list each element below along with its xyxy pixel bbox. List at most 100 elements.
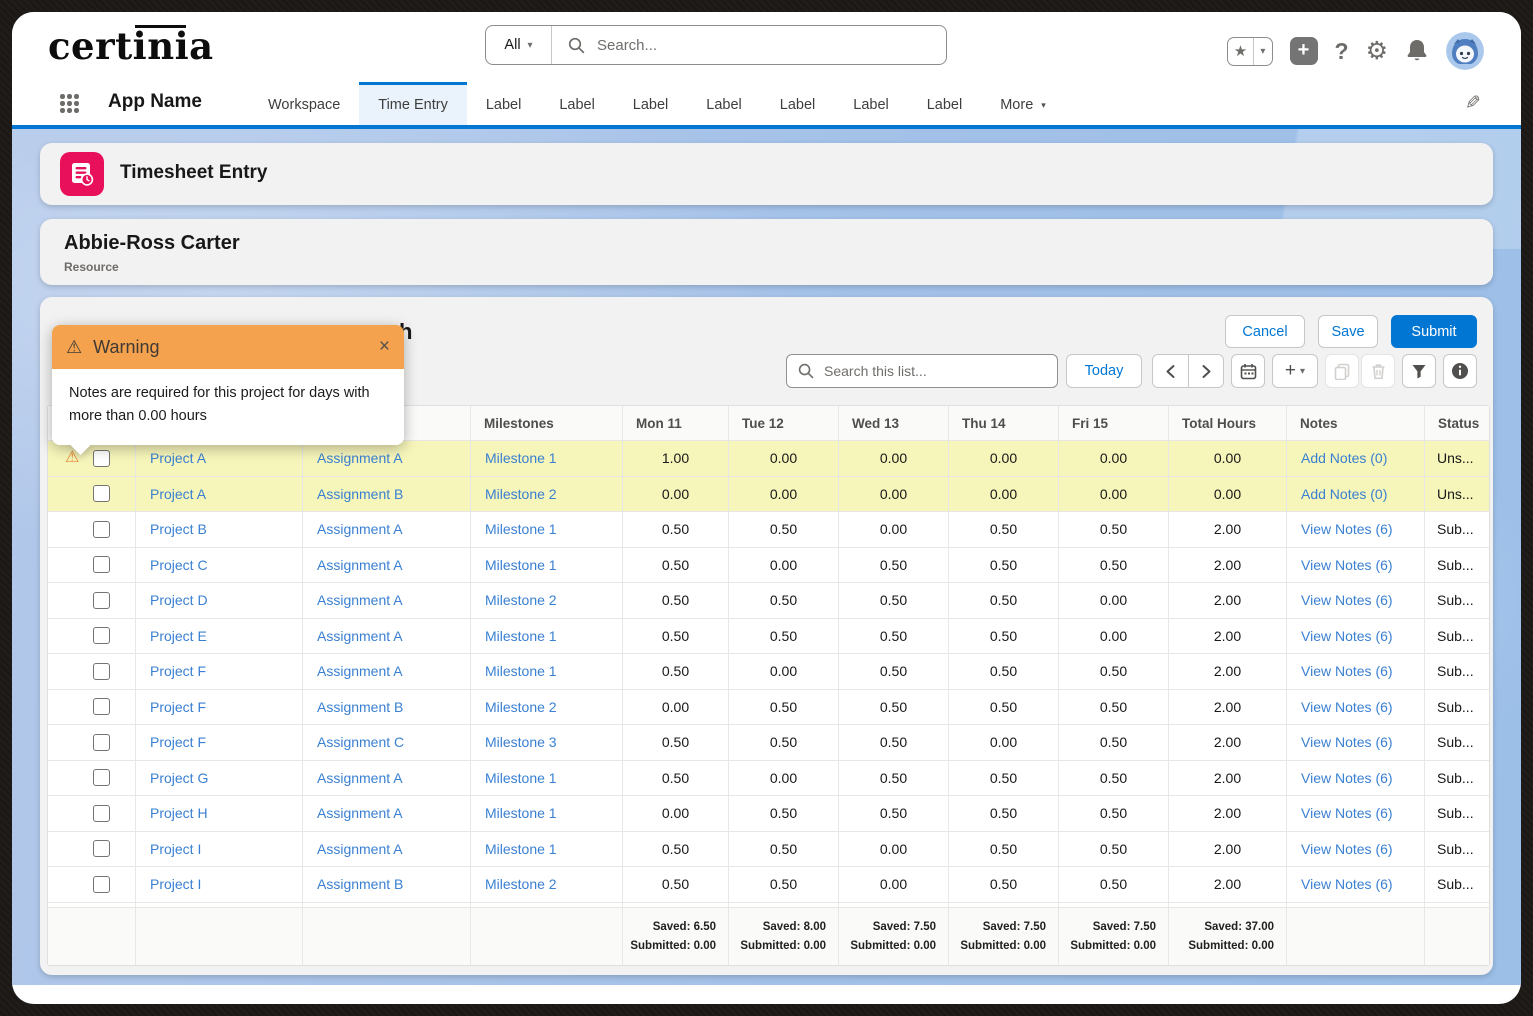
milestone-link[interactable]: Milestone 1 <box>485 841 557 857</box>
row-checkbox[interactable] <box>93 769 110 786</box>
filter-button[interactable] <box>1402 354 1436 388</box>
list-search-input[interactable]: Search this list... <box>786 354 1058 388</box>
notes-link[interactable]: View Notes (6) <box>1301 628 1393 644</box>
project-link[interactable]: Project A <box>150 450 206 466</box>
hours-cell-fri[interactable]: 0.50 <box>1059 796 1169 832</box>
project-link[interactable]: Project A <box>150 486 206 502</box>
hours-cell-thu[interactable]: 0.00 <box>949 725 1059 761</box>
help-icon[interactable]: ? <box>1335 38 1349 65</box>
hours-cell-tue[interactable]: 0.00 <box>729 654 839 690</box>
hours-cell-thu[interactable]: 0.50 <box>949 583 1059 619</box>
tab-label-5[interactable]: Label ▾ <box>687 82 760 125</box>
milestone-link[interactable]: Milestone 1 <box>485 770 557 786</box>
tab-time-entry-1[interactable]: Time Entry ▾ <box>359 82 467 125</box>
milestone-link[interactable]: Milestone 2 <box>485 486 557 502</box>
notes-link[interactable]: View Notes (6) <box>1301 841 1393 857</box>
app-launcher-waffle-icon[interactable] <box>60 94 79 113</box>
milestone-link[interactable]: Milestone 1 <box>485 663 557 679</box>
add-row-button[interactable]: + ▾ <box>1272 354 1318 388</box>
hours-cell-thu[interactable]: 0.50 <box>949 512 1059 548</box>
tab-label-7[interactable]: Label ▾ <box>834 82 907 125</box>
hours-cell-wed[interactable]: 0.00 <box>839 512 949 548</box>
milestone-link[interactable]: Milestone 1 <box>485 557 557 573</box>
hours-cell-mon[interactable]: 0.50 <box>623 512 729 548</box>
hours-cell-wed[interactable]: 0.00 <box>839 441 949 477</box>
row-checkbox[interactable] <box>93 734 110 751</box>
hours-cell-wed[interactable]: 0.50 <box>839 725 949 761</box>
notes-link[interactable]: View Notes (6) <box>1301 663 1393 679</box>
assignment-link[interactable]: Assignment A <box>317 841 403 857</box>
hours-cell-fri[interactable]: 0.00 <box>1059 583 1169 619</box>
hours-cell-wed[interactable]: 0.00 <box>839 867 949 903</box>
hours-cell-thu[interactable]: 0.50 <box>949 619 1059 655</box>
notes-link[interactable]: View Notes (6) <box>1301 876 1393 892</box>
milestone-link[interactable]: Milestone 1 <box>485 450 557 466</box>
hours-cell-mon[interactable]: 0.50 <box>623 867 729 903</box>
calendar-picker-button[interactable] <box>1231 354 1265 388</box>
assignment-link[interactable]: Assignment A <box>317 628 403 644</box>
hours-cell-wed[interactable]: 0.00 <box>839 477 949 513</box>
tab-label-8[interactable]: Label ▾ <box>908 82 981 125</box>
row-checkbox[interactable] <box>93 485 110 502</box>
hours-cell-fri[interactable]: 0.50 <box>1059 725 1169 761</box>
hours-cell-thu[interactable]: 0.50 <box>949 867 1059 903</box>
hours-cell-wed[interactable]: 0.50 <box>839 619 949 655</box>
hours-cell-fri[interactable]: 0.50 <box>1059 690 1169 726</box>
setup-gear-icon[interactable]: ⚙ <box>1366 39 1388 64</box>
hours-cell-fri[interactable]: 0.50 <box>1059 832 1169 868</box>
global-search[interactable]: All ▾ Search... <box>485 25 947 65</box>
hours-cell-wed[interactable]: 0.00 <box>839 832 949 868</box>
row-checkbox[interactable] <box>93 876 110 893</box>
assignment-link[interactable]: Assignment A <box>317 450 403 466</box>
notes-link[interactable]: View Notes (6) <box>1301 805 1393 821</box>
hours-cell-thu[interactable]: 0.00 <box>949 441 1059 477</box>
project-link[interactable]: Project G <box>150 770 208 786</box>
notes-link[interactable]: View Notes (6) <box>1301 699 1393 715</box>
row-checkbox[interactable] <box>93 805 110 822</box>
notes-link[interactable]: View Notes (6) <box>1301 592 1393 608</box>
notes-link[interactable]: View Notes (6) <box>1301 557 1393 573</box>
tab-label-2[interactable]: Label ▾ <box>467 82 540 125</box>
row-checkbox[interactable] <box>93 450 110 467</box>
hours-cell-thu[interactable]: 0.00 <box>949 477 1059 513</box>
hours-cell-thu[interactable]: 0.50 <box>949 832 1059 868</box>
tab-more-9[interactable]: More ▾ <box>981 82 1065 125</box>
hours-cell-tue[interactable]: 0.00 <box>729 441 839 477</box>
milestone-link[interactable]: Milestone 1 <box>485 805 557 821</box>
project-link[interactable]: Project H <box>150 805 208 821</box>
assignment-link[interactable]: Assignment A <box>317 770 403 786</box>
hours-cell-mon[interactable]: 0.50 <box>623 832 729 868</box>
hours-cell-mon[interactable]: 0.50 <box>623 548 729 584</box>
hours-cell-tue[interactable]: 0.50 <box>729 725 839 761</box>
row-checkbox[interactable] <box>93 627 110 644</box>
milestone-link[interactable]: Milestone 2 <box>485 699 557 715</box>
hours-cell-tue[interactable]: 0.50 <box>729 796 839 832</box>
favorites-caret-icon[interactable]: ▾ <box>1254 46 1271 57</box>
project-link[interactable]: Project I <box>150 841 201 857</box>
hours-cell-thu[interactable]: 0.50 <box>949 654 1059 690</box>
hours-cell-fri[interactable]: 0.50 <box>1059 867 1169 903</box>
hours-cell-tue[interactable]: 0.00 <box>729 761 839 797</box>
project-link[interactable]: Project I <box>150 876 201 892</box>
hours-cell-wed[interactable]: 0.50 <box>839 690 949 726</box>
hours-cell-wed[interactable]: 0.50 <box>839 583 949 619</box>
assignment-link[interactable]: Assignment A <box>317 663 403 679</box>
row-checkbox[interactable] <box>93 663 110 680</box>
copy-row-button[interactable] <box>1325 354 1359 388</box>
hours-cell-mon[interactable]: 0.50 <box>623 619 729 655</box>
hours-cell-mon[interactable]: 1.00 <box>623 441 729 477</box>
project-link[interactable]: Project E <box>150 628 207 644</box>
save-button[interactable]: Save <box>1318 315 1378 348</box>
tab-label-3[interactable]: Label ▾ <box>540 82 613 125</box>
today-button[interactable]: Today <box>1066 354 1142 388</box>
hours-cell-tue[interactable]: 0.50 <box>729 690 839 726</box>
notifications-bell-icon[interactable] <box>1405 38 1429 64</box>
hours-cell-tue[interactable]: 0.50 <box>729 583 839 619</box>
row-checkbox[interactable] <box>93 556 110 573</box>
hours-cell-tue[interactable]: 0.50 <box>729 619 839 655</box>
assignment-link[interactable]: Assignment A <box>317 521 403 537</box>
hours-cell-thu[interactable]: 0.50 <box>949 761 1059 797</box>
milestone-link[interactable]: Milestone 2 <box>485 876 557 892</box>
cancel-button[interactable]: Cancel <box>1225 315 1305 348</box>
delete-row-button[interactable] <box>1361 354 1395 388</box>
